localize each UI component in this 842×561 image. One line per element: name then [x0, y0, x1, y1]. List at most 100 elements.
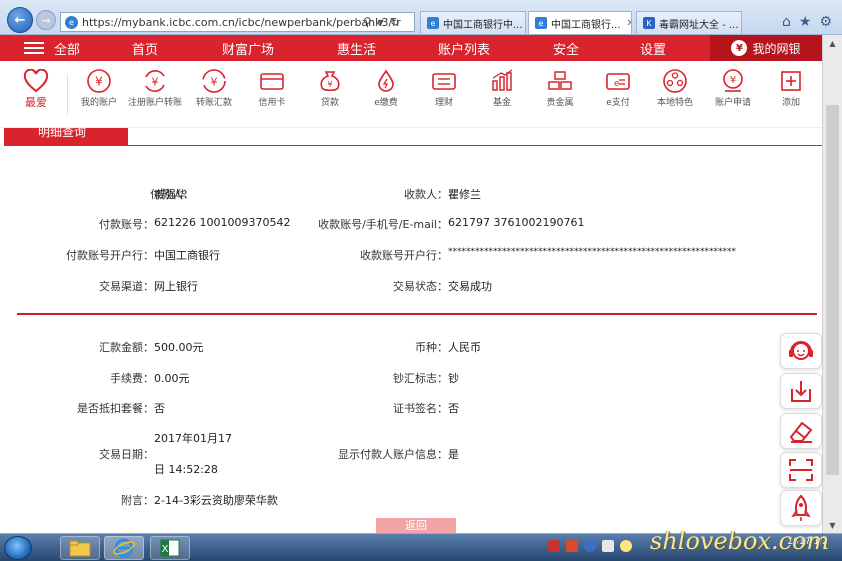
tray-sogou-icon[interactable] — [566, 540, 578, 552]
quick-label: 信用卡 — [258, 98, 286, 108]
vertical-scrollbar[interactable]: ▲ ▼ — [822, 35, 842, 533]
excel-icon: X — [160, 539, 180, 557]
back-to-top-button[interactable] — [780, 490, 822, 526]
quick-label: 账户申请 — [714, 98, 751, 108]
quick-label: 贵金属 — [546, 98, 574, 108]
quick-favorites[interactable]: 最爱 — [6, 67, 66, 109]
ie-icon — [113, 538, 135, 558]
customer-service-button[interactable] — [780, 333, 822, 369]
tray-help-icon[interactable] — [584, 540, 596, 552]
cert-label: 证书签名： — [393, 402, 448, 415]
back-arrow-icon[interactable]: ← — [7, 7, 33, 33]
plus-icon — [776, 67, 806, 95]
payee-account-label: 收款账号/手机号/E-mail： — [318, 218, 448, 231]
quick-label: 转账汇款 — [195, 98, 232, 108]
section-tab-detail-query[interactable]: 明细查询 — [4, 128, 128, 146]
scroll-thumb[interactable] — [826, 105, 839, 475]
nav-settings[interactable]: 设置 — [640, 39, 666, 58]
nav-all[interactable]: 全部 — [54, 39, 80, 58]
quick-label: e缴费 — [374, 98, 398, 108]
quick-loan[interactable]: ¥ 贷款 — [300, 67, 360, 109]
hamburger-menu-icon[interactable] — [24, 42, 44, 54]
eraser-icon — [789, 421, 813, 443]
status-label: 交易状态： — [393, 280, 448, 293]
channel-label: 交易渠道： — [99, 280, 154, 293]
star-icon[interactable]: ★ — [799, 14, 812, 30]
gear-icon[interactable]: ⚙ — [819, 14, 832, 30]
quick-add[interactable]: 添加 — [761, 67, 821, 109]
cash-flag-label: 钞汇标志： — [393, 372, 448, 385]
tray-flag-icon[interactable] — [602, 540, 614, 552]
svg-text:¥: ¥ — [152, 76, 159, 89]
quick-register-transfer[interactable]: ¥ 注册账户转账 — [126, 67, 184, 109]
fee-value: 0.00元 — [154, 372, 190, 385]
payer-value: 臧强华 — [154, 188, 187, 201]
quick-label: 理财 — [434, 98, 453, 108]
icbc-favicon-icon: e — [427, 17, 439, 29]
payee-account-value: 621797 3761002190761 — [448, 216, 585, 229]
tray-sun-icon[interactable] — [620, 540, 632, 552]
quick-my-account[interactable]: ¥ 我的账户 — [69, 67, 129, 109]
scan-button[interactable] — [780, 452, 822, 488]
quick-account-apply[interactable]: ¥ 账户申请 — [703, 67, 763, 109]
file-explorer-task[interactable] — [60, 536, 100, 560]
svg-text:¥: ¥ — [211, 76, 218, 89]
internet-explorer-task[interactable] — [104, 536, 144, 560]
quick-precious-metal[interactable]: 贵金属 — [530, 67, 590, 109]
scroll-up-icon[interactable]: ▲ — [823, 35, 842, 51]
icbc-favicon-icon: e — [535, 17, 547, 29]
quick-transfer[interactable]: ¥ 转账汇款 — [184, 67, 244, 109]
quick-e-payment[interactable]: e缴费 — [356, 67, 416, 109]
quick-fund[interactable]: 基金 — [472, 67, 532, 109]
payer-account-value: 621226 1001009370542 — [154, 216, 291, 229]
tab-title: 中国工商银行... — [551, 19, 621, 31]
date-label: 交易日期： — [99, 448, 154, 461]
quick-label: 本地特色 — [656, 98, 693, 108]
nav-security[interactable]: 安全 — [553, 39, 579, 58]
edit-button[interactable] — [780, 413, 822, 449]
folder-icon — [69, 540, 91, 557]
quick-wealth[interactable]: 理财 — [414, 67, 474, 109]
svg-text:¥: ¥ — [327, 80, 332, 89]
yen-hand-icon: ¥ — [718, 67, 748, 95]
drop-icon — [371, 67, 401, 95]
cert-value: 否 — [448, 402, 459, 415]
nav-accounts[interactable]: 账户列表 — [438, 39, 490, 58]
search-icon[interactable]: ⚲ — [363, 15, 372, 29]
note-label: 附言： — [121, 494, 154, 507]
svg-text:¥: ¥ — [730, 75, 736, 86]
refresh-icon[interactable]: ↻ — [390, 15, 400, 29]
quick-e-pay[interactable]: e e支付 — [588, 67, 648, 109]
nav-home[interactable]: 首页 — [132, 39, 158, 58]
browser-tab-3[interactable]: K 毒霸网址大全 - ... — [636, 11, 742, 34]
site-icon: e — [65, 15, 78, 29]
forward-arrow-icon[interactable]: → — [36, 10, 56, 30]
amount-label: 汇款金额： — [99, 341, 154, 354]
payee-label: 收款人： — [404, 188, 448, 201]
my-ebank-label: 我的网银 — [752, 41, 801, 56]
close-icon[interactable]: ✕ — [627, 18, 631, 29]
quick-label: 添加 — [781, 98, 800, 108]
home-icon[interactable]: ⌂ — [782, 14, 791, 30]
download-button[interactable] — [780, 373, 822, 409]
headset-icon — [789, 341, 813, 360]
tray-app-icon[interactable] — [548, 540, 560, 552]
quick-credit-card[interactable]: 信用卡 — [242, 67, 302, 109]
back-button[interactable]: 返回 — [376, 518, 456, 533]
section-title: 明细查询 — [38, 128, 87, 139]
dropdown-icon[interactable]: ▾ — [378, 15, 384, 29]
calculator-icon — [429, 67, 459, 95]
browser-tab-2[interactable]: e 中国工商银行... ✕ — [528, 11, 632, 34]
address-bar[interactable]: e https://mybank.icbc.com.cn/icbc/newper… — [60, 12, 415, 32]
quick-local-feature[interactable]: 本地特色 — [645, 67, 705, 109]
nav-life[interactable]: 惠生活 — [337, 39, 376, 58]
nav-wealth[interactable]: 财富广场 — [222, 39, 274, 58]
browser-tab-1[interactable]: e 中国工商银行中... — [420, 11, 526, 34]
windows-start-icon[interactable] — [4, 536, 32, 560]
excel-task[interactable]: X — [150, 536, 190, 560]
divider — [67, 75, 68, 115]
my-ebank-button[interactable]: ¥ 我的网银 — [710, 35, 822, 61]
currency-value: 人民币 — [448, 341, 481, 354]
gold-bars-icon — [545, 67, 575, 95]
amount-value: 500.00元 — [154, 341, 204, 354]
